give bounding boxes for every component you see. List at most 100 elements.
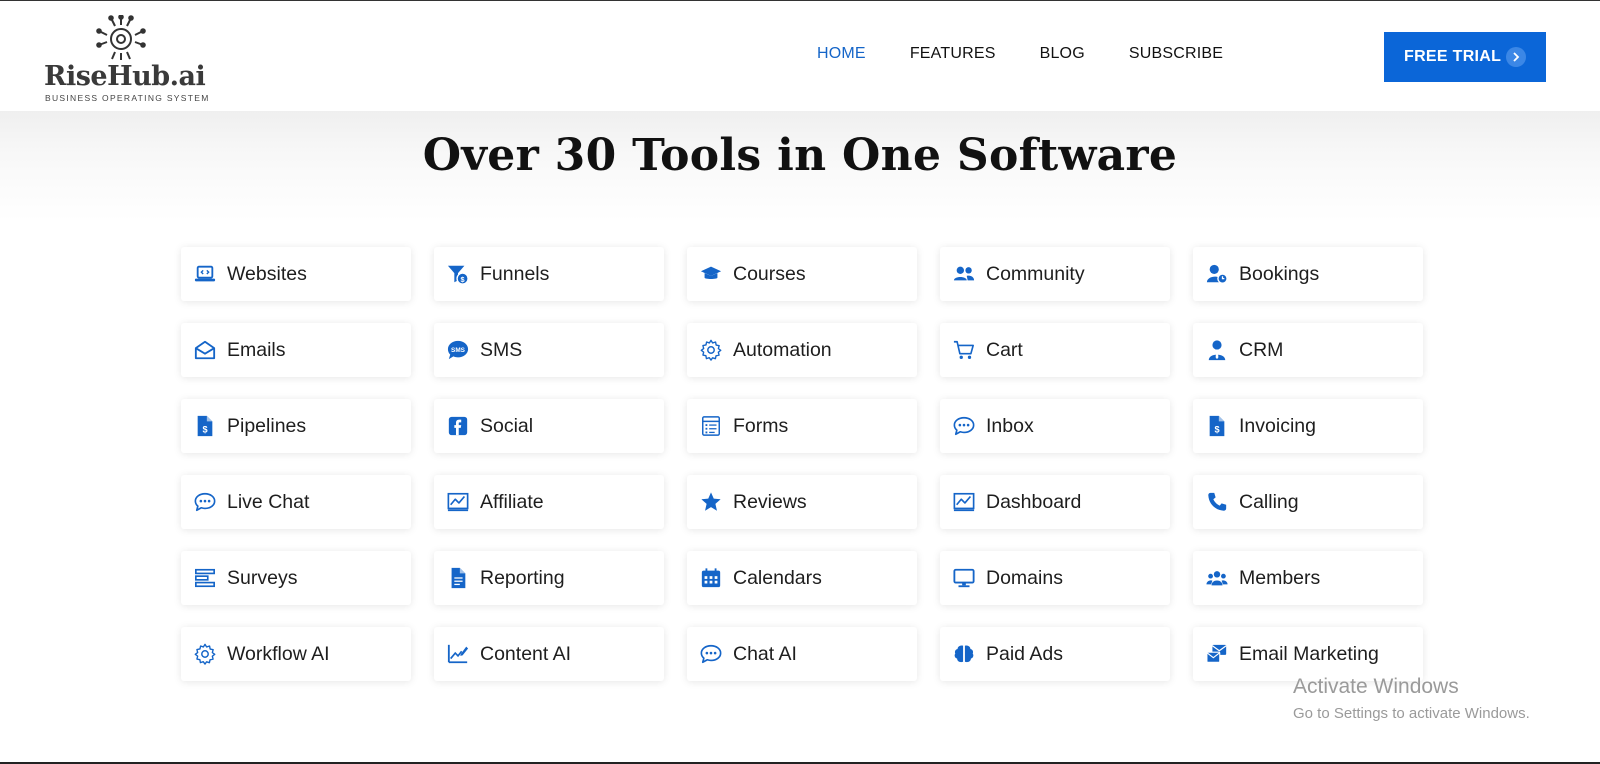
tool-card-calling[interactable]: Calling (1193, 475, 1423, 529)
tool-card-courses[interactable]: Courses (687, 247, 917, 301)
tool-label: Dashboard (986, 490, 1082, 513)
tool-label: Surveys (227, 566, 298, 589)
brain-icon (952, 642, 976, 666)
facebook-icon (446, 414, 470, 438)
tool-card-reviews[interactable]: Reviews (687, 475, 917, 529)
chat-dots-icon (699, 642, 723, 666)
tool-card-email-marketing[interactable]: Email Marketing (1193, 627, 1423, 681)
tool-card-websites[interactable]: Websites (181, 247, 411, 301)
svg-text:SMS: SMS (451, 347, 466, 354)
tool-card-sms[interactable]: SMS SMS (434, 323, 664, 377)
chart-pen-icon (446, 642, 470, 666)
tool-card-funnels[interactable]: $ Funnels (434, 247, 664, 301)
main-nav: HOME FEATURES BLOG SUBSCRIBE (817, 45, 1223, 69)
tool-label: Automation (733, 338, 832, 361)
bars-icon (193, 566, 217, 590)
tool-label: Domains (986, 566, 1063, 589)
tool-label: Inbox (986, 414, 1034, 437)
tool-card-live-chat[interactable]: Live Chat (181, 475, 411, 529)
watermark-title: Activate Windows (1293, 675, 1459, 698)
brand-tagline: BUSINESS OPERATING SYSTEM (45, 93, 210, 103)
section-title: Over 30 Tools in One Software (422, 130, 1178, 181)
tool-label: Reviews (733, 490, 807, 513)
gear-icon (193, 642, 217, 666)
phone-icon (1205, 490, 1229, 514)
nav-subscribe[interactable]: SUBSCRIBE (1129, 45, 1223, 69)
tool-label: CRM (1239, 338, 1284, 361)
desktop-icon (952, 566, 976, 590)
funnel-dollar-icon: $ (446, 262, 470, 286)
tool-label: Pipelines (227, 414, 307, 437)
calendar-icon (699, 566, 723, 590)
tool-card-social[interactable]: Social (434, 399, 664, 453)
tool-label: Members (1239, 566, 1321, 589)
tool-card-paid-ads[interactable]: Paid Ads (940, 627, 1170, 681)
tool-label: Content AI (480, 642, 572, 665)
tool-label: Forms (733, 414, 789, 437)
tool-label: Calendars (733, 566, 822, 589)
tool-card-automation[interactable]: Automation (687, 323, 917, 377)
tool-card-emails[interactable]: Emails (181, 323, 411, 377)
file-icon (446, 566, 470, 590)
tool-card-bookings[interactable]: Bookings (1193, 247, 1423, 301)
tool-label: Live Chat (227, 490, 310, 513)
invoice-dollar-icon: $ (1205, 414, 1229, 438)
tool-card-domains[interactable]: Domains (940, 551, 1170, 605)
laptop-code-icon (193, 262, 217, 286)
chat-dots-icon (952, 414, 976, 438)
tool-card-chat-ai[interactable]: Chat AI (687, 627, 917, 681)
mail-bulk-icon (1205, 642, 1229, 666)
free-trial-button[interactable]: FREE TRIAL (1384, 32, 1546, 82)
svg-text:$: $ (202, 424, 207, 434)
free-trial-label: FREE TRIAL (1404, 48, 1502, 65)
nav-features[interactable]: FEATURES (910, 45, 996, 69)
tool-card-dashboard[interactable]: Dashboard (940, 475, 1170, 529)
tool-card-reporting[interactable]: Reporting (434, 551, 664, 605)
tool-label: Affiliate (480, 490, 544, 513)
tool-card-members[interactable]: Members (1193, 551, 1423, 605)
chevron-right-icon (1506, 47, 1526, 67)
tool-label: Email Marketing (1239, 642, 1379, 665)
tool-card-calendars[interactable]: Calendars (687, 551, 917, 605)
tool-card-affiliate[interactable]: Affiliate (434, 475, 664, 529)
tool-card-inbox[interactable]: Inbox (940, 399, 1170, 453)
graduation-cap-icon (699, 262, 723, 286)
form-list-icon (699, 414, 723, 438)
tool-label: Community (986, 262, 1085, 285)
tool-label: Cart (986, 338, 1023, 361)
nav-blog[interactable]: BLOG (1040, 45, 1085, 69)
brand-logo[interactable]: RiseHub.ai BUSINESS OPERATING SYSTEM (44, 15, 208, 105)
tool-label: Bookings (1239, 262, 1320, 285)
site-header: RiseHub.ai BUSINESS OPERATING SYSTEM HOM… (0, 1, 1600, 111)
envelope-open-icon (193, 338, 217, 362)
svg-text:$: $ (1214, 424, 1219, 434)
nav-home[interactable]: HOME (817, 45, 866, 69)
gear-icon (699, 338, 723, 362)
user-clock-icon (1205, 262, 1229, 286)
star-icon (699, 490, 723, 514)
tool-card-pipelines[interactable]: $ Pipelines (181, 399, 411, 453)
tool-label: Emails (227, 338, 286, 361)
sms-bubble-icon: SMS (446, 338, 470, 362)
tool-label: Chat AI (733, 642, 797, 665)
windows-activation-watermark: Activate Windows Go to Settings to activ… (1293, 675, 1530, 722)
tool-card-workflow-ai[interactable]: Workflow AI (181, 627, 411, 681)
tool-card-content-ai[interactable]: Content AI (434, 627, 664, 681)
chart-monitor-icon (952, 490, 976, 514)
tool-label: Funnels (480, 262, 550, 285)
tool-card-community[interactable]: Community (940, 247, 1170, 301)
tool-label: Reporting (480, 566, 565, 589)
tools-grid: Websites $ Funnels Courses Community Bookings… (181, 247, 1423, 681)
tool-card-surveys[interactable]: Surveys (181, 551, 411, 605)
users-icon (952, 262, 976, 286)
tool-card-invoicing[interactable]: $ Invoicing (1193, 399, 1423, 453)
tool-card-forms[interactable]: Forms (687, 399, 917, 453)
tool-card-crm[interactable]: CRM (1193, 323, 1423, 377)
tool-label: Social (480, 414, 534, 437)
brand-name: RiseHub.ai (44, 61, 206, 92)
chat-dots-icon (193, 490, 217, 514)
tool-label: Paid Ads (986, 642, 1063, 665)
tool-label: Calling (1239, 490, 1299, 513)
tool-card-cart[interactable]: Cart (940, 323, 1170, 377)
circuit-gear-icon (96, 15, 146, 60)
